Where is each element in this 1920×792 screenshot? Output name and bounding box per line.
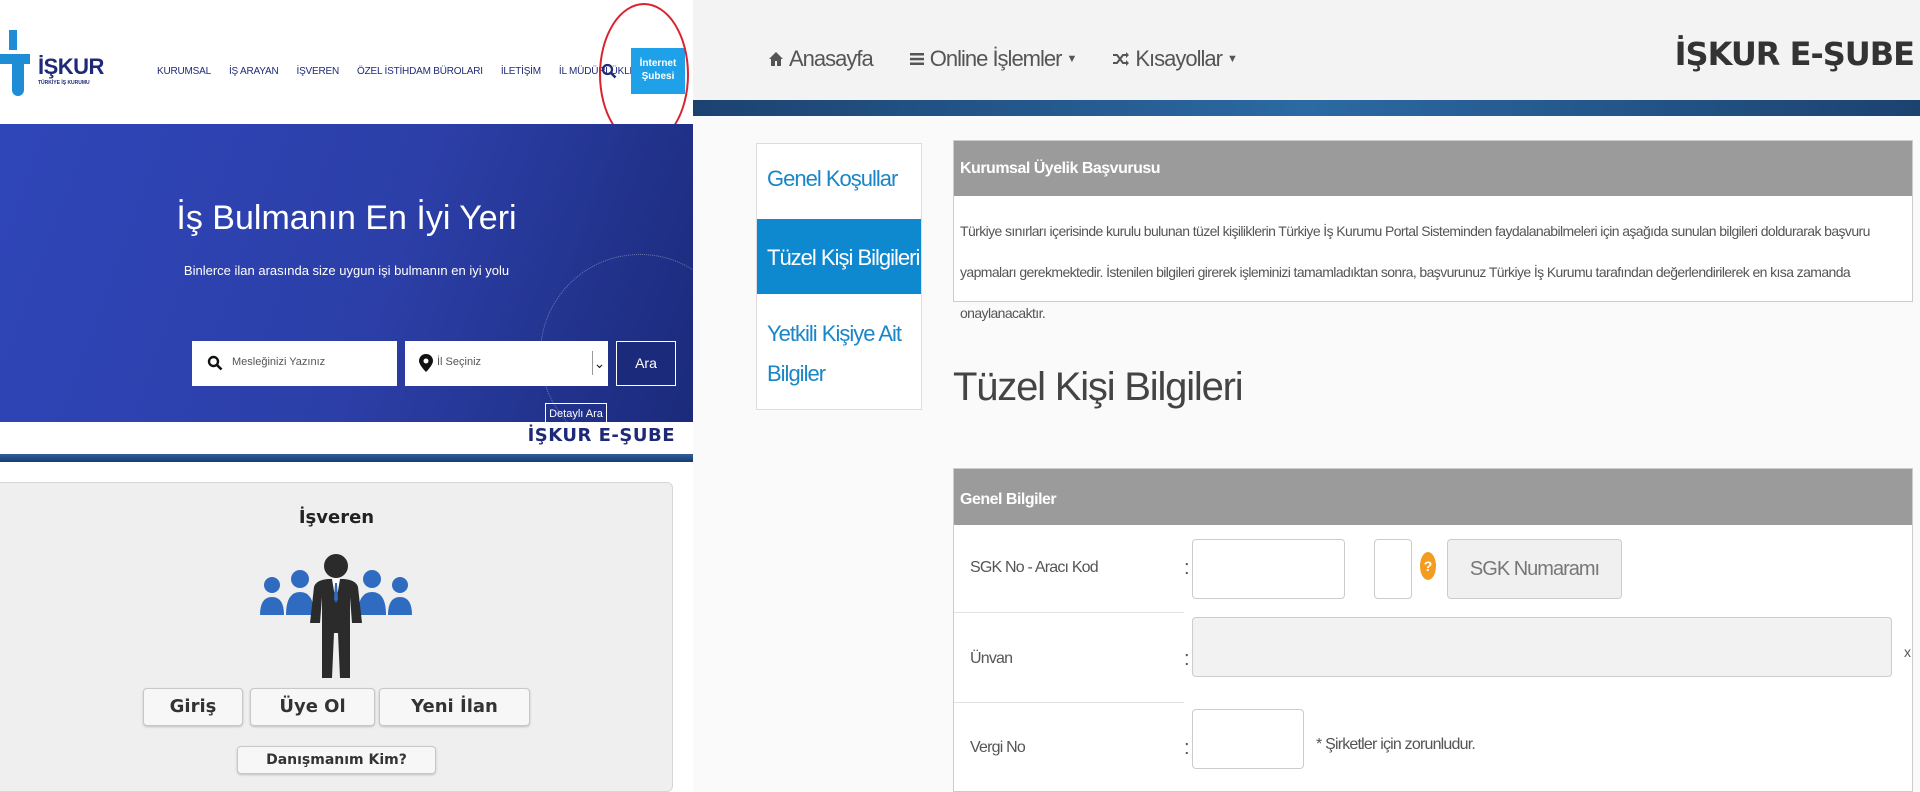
globe-decoration <box>540 254 693 422</box>
general-info-form: Genel Bilgiler SGK No - Aracı Kod : ? SG… <box>953 468 1913 792</box>
hero-subtitle: Binlerce ilan arasında size uygun işi bu… <box>183 263 510 278</box>
step-yetkili-kisi[interactable]: Yetkili Kişiye Ait Bilgiler <box>757 314 921 394</box>
vergi-label: Vergi No <box>970 739 1026 756</box>
warning-icon[interactable]: ? <box>1420 552 1436 580</box>
logo-subtext: TÜRKİYE İŞ KURUMU <box>38 80 90 86</box>
vergi-note: * Şirketler için zorunludur. <box>1316 736 1476 753</box>
caret-down-icon: ▼ <box>1226 53 1238 65</box>
vergi-colon: : <box>1184 737 1190 759</box>
left-panel: İŞKUR TÜRKİYE İŞ KURUMU KURUMSAL İŞ ARAY… <box>0 0 693 792</box>
unvan-colon: : <box>1184 648 1190 670</box>
isveren-card: İşveren Giriş Üye Ol Yeni İlan Danışmanı… <box>0 482 673 792</box>
hero-title: İş Bulmanın En İyi Yeri <box>176 199 517 237</box>
eshube-nav: Anasayfa Online İşlemler ▼ Kısayollar ▼ <box>768 46 1238 72</box>
info-panel: Kurumsal Üyelik Başvurusu Türkiye sınırl… <box>953 140 1913 321</box>
unvan-field[interactable] <box>1192 617 1892 677</box>
home-icon <box>769 52 783 66</box>
nav-home[interactable]: Anasayfa <box>768 46 874 72</box>
row-separator <box>954 612 1184 613</box>
nav-isveren[interactable]: İŞVEREN <box>296 66 339 77</box>
search-button[interactable]: Ara <box>616 341 676 386</box>
nav-iletisim[interactable]: İLETİŞİM <box>501 66 541 77</box>
clear-icon[interactable]: x <box>1904 644 1911 660</box>
header-blue-bar <box>693 100 1920 116</box>
city-select-placeholder: İl Seçiniz <box>437 356 482 368</box>
step-tuzel-kisi[interactable]: Tüzel Kişi Bilgileri <box>757 219 921 294</box>
hero-banner: İş Bulmanın En İyi Yeri Binlerce ilan ar… <box>0 124 693 422</box>
map-marker-icon <box>419 354 433 372</box>
nav-home-label: Anasayfa <box>789 46 874 71</box>
iskur-logo[interactable]: İŞKUR TÜRKİYE İŞ KURUMU <box>0 30 110 100</box>
advanced-search-button[interactable]: Detaylı Ara <box>545 403 607 422</box>
login-button[interactable]: Giriş <box>143 688 243 726</box>
sgk-verify-button[interactable]: SGK Numaramı Doğrula <box>1447 539 1622 638</box>
card-title: İşveren <box>298 507 375 528</box>
main-nav: KURUMSAL İŞ ARAYAN İŞVEREN ÖZEL İSTİHDAM… <box>157 66 646 77</box>
eshube-heading: İŞKUR E-ŞUBE <box>527 425 675 446</box>
nav-online-islemler[interactable]: Online İşlemler ▼ <box>909 46 1077 72</box>
register-button[interactable]: Üye Ol <box>250 688 375 726</box>
search-icon <box>207 355 223 371</box>
city-select[interactable]: İl Seçiniz ⌄ <box>405 341 608 386</box>
eshube-topbar: Anasayfa Online İşlemler ▼ Kısayollar ▼ … <box>693 0 1920 100</box>
sgk-colon: : <box>1184 557 1190 579</box>
form-header: Genel Bilgiler <box>954 469 1912 525</box>
chevron-down-icon: ⌄ <box>592 351 606 375</box>
nav-kisayollar[interactable]: Kısayollar ▼ <box>1112 46 1238 72</box>
info-body: Türkiye sınırları içerisinde kurulu bulu… <box>960 223 1870 321</box>
page-title: Tüzel Kişi Bilgileri <box>953 365 1244 409</box>
advisor-button[interactable]: Danışmanım Kim? <box>237 746 436 774</box>
divider-bar <box>0 454 693 462</box>
logo-text: İŞKUR <box>38 54 104 79</box>
info-header: Kurumsal Üyelik Başvurusu <box>954 141 1912 196</box>
caret-down-icon: ▼ <box>1066 53 1077 65</box>
list-icon <box>909 53 924 65</box>
row-separator <box>954 702 1184 703</box>
top-navbar: İŞKUR TÜRKİYE İŞ KURUMU KURUMSAL İŞ ARAY… <box>0 0 693 146</box>
nav-kisayollar-label: Kısayollar <box>1135 46 1223 71</box>
people-group-icon <box>260 554 412 678</box>
nav-is-arayan[interactable]: İŞ ARAYAN <box>229 66 279 77</box>
eshube-brand: İŞKUR E-ŞUBE <box>1674 35 1915 73</box>
vergi-no-input[interactable] <box>1192 709 1304 769</box>
right-panel: Anasayfa Online İşlemler ▼ Kısayollar ▼ … <box>693 0 1920 792</box>
job-search-input[interactable]: Mesleğinizi Yazınız <box>192 341 397 386</box>
nav-online-label: Online İşlemler <box>929 46 1063 71</box>
steps-sidebar: Genel Koşullar Tüzel Kişi Bilgileri Yetk… <box>756 143 922 410</box>
araci-kod-input[interactable] <box>1374 539 1412 599</box>
shuffle-icon <box>1113 52 1130 66</box>
sgk-label: SGK No - Aracı Kod <box>970 559 1099 576</box>
job-search-placeholder: Mesleğinizi Yazınız <box>232 356 326 368</box>
nav-ozel-istihdam[interactable]: ÖZEL İSTİHDAM BÜROLARI <box>357 66 483 77</box>
unvan-label: Ünvan <box>970 650 1013 667</box>
sgk-no-input[interactable] <box>1192 539 1345 599</box>
new-ad-button[interactable]: Yeni İlan <box>379 688 530 726</box>
nav-kurumsal[interactable]: KURUMSAL <box>157 66 211 77</box>
